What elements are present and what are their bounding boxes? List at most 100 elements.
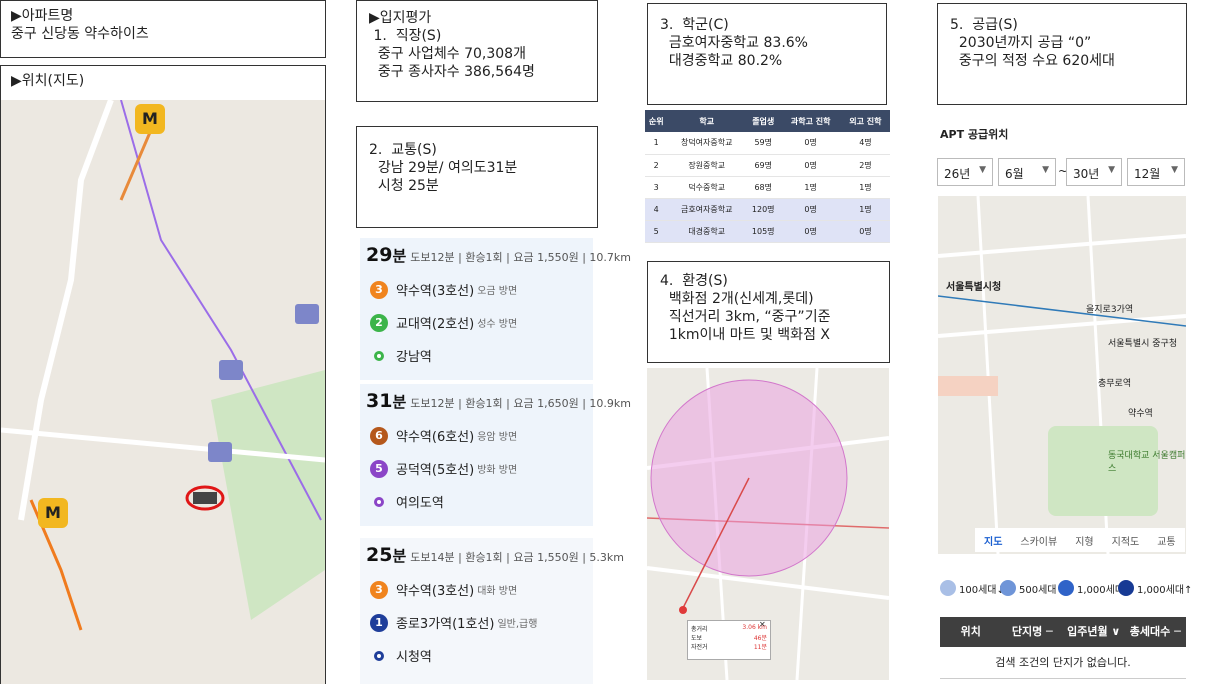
apt-supply-map[interactable]: 서울특별시청 을지로3가역 충무로역 서울특별시 중구청 약수역 동국대학교 서… xyxy=(938,196,1186,554)
route-meta: 도보12분 | 환승1회 | 요금 1,650원 | 10.9km xyxy=(410,397,632,410)
route-meta: 도보14분 | 환승1회 | 요금 1,550원 | 5.3km xyxy=(410,551,625,564)
tab-traffic[interactable]: 교통 xyxy=(1148,528,1184,552)
direction: 일반,급행 xyxy=(497,619,538,630)
legend-item: 500세대↓ xyxy=(1000,580,1065,596)
direction: 방화 방면 xyxy=(477,465,518,476)
column-header[interactable]: 위치 xyxy=(940,617,1002,647)
map-label: 서울특별시 중구청 xyxy=(1108,339,1178,349)
school-icon[interactable] xyxy=(219,360,243,380)
direction: 대화 방면 xyxy=(477,586,518,597)
map-label: 충무로역 xyxy=(1098,379,1132,389)
location-box: ▶위치(지도) M M xyxy=(0,65,326,684)
location-map-svg xyxy=(1,100,325,684)
supply-line-2: 2030년까지 공급 “0” xyxy=(950,35,1092,51)
apt-name-heading: ▶아파트명 xyxy=(11,8,74,24)
transport-line-2: 강남 29분/ 여의도31분 xyxy=(369,160,518,176)
route-summary: 25분 도보14분 | 환승1회 | 요금 1,550원 | 5.3km xyxy=(366,544,624,566)
direction: 성수 방면 xyxy=(477,319,518,330)
column-header: 순위 xyxy=(645,110,668,132)
tab-skyview[interactable]: 스카이뷰 xyxy=(1011,528,1066,552)
line-3-badge: 3 xyxy=(370,580,388,599)
station-name: 약수역(6호선) xyxy=(396,430,475,445)
direction: 응암 방면 xyxy=(477,432,518,443)
legend-item: 1,000세대↑ xyxy=(1118,580,1192,596)
end-year-select[interactable]: 30년 ▼ xyxy=(1066,158,1122,186)
location-pin-icon xyxy=(940,580,956,596)
location-pin-icon xyxy=(1058,580,1074,596)
line-2-badge: 2 xyxy=(370,313,388,332)
tab-terrain[interactable]: 지형 xyxy=(1066,528,1102,552)
supply-line-1: 5. 공급(S) xyxy=(950,17,1018,33)
table-row-highlighted: 5 대경중학교 105명 0명 0명 xyxy=(645,220,890,243)
route-time: 31분 xyxy=(366,390,407,412)
column-header[interactable]: 총세대수 ─ xyxy=(1125,617,1187,647)
map-label: 동국대학교 서울캠퍼스 xyxy=(1108,451,1186,474)
legend-item: 100세대↓ xyxy=(940,580,1005,596)
supply-line-3: 중구의 적정 수요 620세대 xyxy=(950,53,1115,69)
map-label: 서울특별시청 xyxy=(946,282,1002,293)
environment-box: 4. 환경(S) 백화점 2개(신세계,롯데) 직선거리 3km, “중구”기준… xyxy=(647,261,890,363)
column-header: 과학고 진학 xyxy=(780,110,841,132)
route-summary: 29분 도보12분 | 환승1회 | 요금 1,550원 | 10.7km xyxy=(366,244,631,266)
line-1-badge: 1 xyxy=(370,613,388,632)
supply-box: 5. 공급(S) 2030년까지 공급 “0” 중구의 적정 수요 620세대 xyxy=(937,3,1187,105)
destination-dot-icon xyxy=(374,350,384,361)
route-card[interactable]: 29분 도보12분 | 환승1회 | 요금 1,550원 | 10.7km 3약… xyxy=(360,238,631,380)
route-step: 2 교대역(2호선) 성수 방면 xyxy=(366,313,587,332)
route-card[interactable]: 31분 도보12분 | 환승1회 | 요금 1,650원 | 10.9km 6약… xyxy=(360,384,631,526)
transport-line-3: 시청 25분 xyxy=(369,178,439,194)
route-time: 25분 xyxy=(366,544,407,566)
start-year-select[interactable]: 26년 ▼ xyxy=(937,158,993,186)
tab-map[interactable]: 지도 xyxy=(975,528,1011,552)
end-month-select[interactable]: 12월 ▼ xyxy=(1127,158,1185,186)
table-row-highlighted: 4 금호여자중학교 120명 0명 1명 xyxy=(645,198,890,221)
env-line-2: 백화점 2개(신세계,롯데) xyxy=(660,291,814,307)
apt-name-box: ▶아파트명 중구 신당동 약수하이츠 xyxy=(0,0,326,58)
location-map[interactable]: M M xyxy=(1,100,325,684)
station-name: 약수역(3호선) xyxy=(396,584,475,599)
site-eval-line-3: 중구 사업체수 70,308개 xyxy=(369,46,526,62)
school-ranking-table: 순위 학교 졸업생 과학고 진학 외고 진학 1 창덕여자중학교 59명 0명 4명 2… xyxy=(645,110,890,243)
site-eval-box: ▶입지평가 1. 직장(S) 중구 사업체수 70,308개 중구 종사자수 3… xyxy=(356,0,598,102)
column-header[interactable]: 입주년월 ∨ xyxy=(1063,617,1125,647)
school-box: 3. 학군(C) 금호여자중학교 83.6% 대경중학교 80.2% xyxy=(647,3,887,105)
site-eval-line-2: 1. 직장(S) xyxy=(369,28,442,44)
tab-cadastral[interactable]: 지적도 xyxy=(1103,528,1149,552)
route-step: 6 약수역(6호선) 응암 방면 xyxy=(366,426,587,445)
table-row: 3 덕수중학교 68명 1명 1명 xyxy=(645,176,890,199)
route-card[interactable]: 25분 도보14분 | 환승1회 | 요금 1,550원 | 5.3km 3 약수… xyxy=(360,538,624,684)
subway-station-icon[interactable]: M xyxy=(135,104,165,134)
environment-map[interactable]: 총거리 3.06 km 도보 46분 자전거 11분 ✕ xyxy=(647,368,889,680)
transport-box: 2. 교통(S) 강남 29분/ 여의도31분 시청 25분 xyxy=(356,126,598,228)
route-step: 5 공덕역(5호선) 방화 방면 xyxy=(366,459,587,478)
env-line-4: 1km이내 마트 및 백화점 X xyxy=(660,327,830,343)
site-eval-line-4: 중구 종사자수 386,564명 xyxy=(369,64,535,80)
school-icon[interactable] xyxy=(208,442,232,462)
subway-station-icon[interactable]: M xyxy=(38,498,68,528)
apt-supply-title: APT 공급위치 xyxy=(940,128,1009,141)
station-name: 종로3가역(1호선) xyxy=(396,617,495,632)
column-header[interactable]: 단지명 ─ xyxy=(1002,617,1064,647)
env-line-3: 직선거리 3km, “중구”기준 xyxy=(660,309,831,325)
school-icon[interactable] xyxy=(295,304,319,324)
route-meta: 도보12분 | 환승1회 | 요금 1,550원 | 10.7km xyxy=(410,251,632,264)
column-header: 학교 xyxy=(667,110,746,132)
column-header: 졸업생 xyxy=(745,110,781,132)
map-label: 약수역 xyxy=(1128,409,1153,419)
close-icon[interactable]: ✕ xyxy=(759,620,766,629)
start-month-select[interactable]: 6월 ▼ xyxy=(998,158,1056,186)
empty-result-message: 검색 조건의 단지가 없습니다. xyxy=(940,647,1186,679)
map-label: 을지로3가역 xyxy=(1086,305,1134,315)
station-name: 공덕역(5호선) xyxy=(396,463,475,478)
table-header-row: 순위 학교 졸업생 과학고 진학 외고 진학 xyxy=(645,110,890,132)
school-line-3: 대경중학교 80.2% xyxy=(660,53,783,69)
route-time: 29분 xyxy=(366,244,407,266)
table-row: 1 창덕여자중학교 59명 0명 4명 xyxy=(645,132,890,155)
chevron-down-icon: ▼ xyxy=(1042,165,1049,175)
route-step: 시청역 xyxy=(366,646,587,665)
route-summary: 31분 도보12분 | 환승1회 | 요금 1,650원 | 10.9km xyxy=(366,390,631,412)
station-name: 시청역 xyxy=(396,650,432,665)
station-name: 교대역(2호선) xyxy=(396,317,475,332)
transport-line-1: 2. 교통(S) xyxy=(369,142,437,158)
popup-row: 총거리 3.06 km xyxy=(691,624,767,633)
